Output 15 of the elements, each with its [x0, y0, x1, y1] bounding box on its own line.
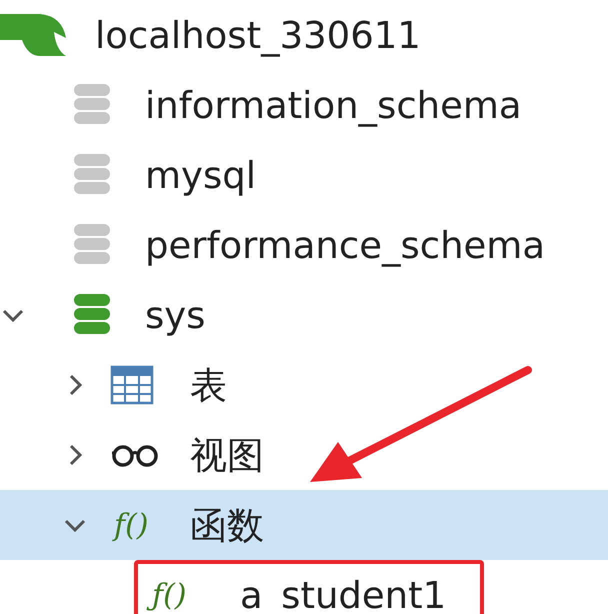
function-icon: f(): [110, 506, 155, 544]
database-icon: [72, 224, 112, 266]
database-icon: [72, 84, 112, 126]
glasses-icon: [110, 443, 160, 467]
folder-label[interactable]: 表: [190, 366, 227, 404]
database-icon: [72, 294, 112, 336]
table-icon: [110, 365, 154, 405]
function-name[interactable]: a_student1: [240, 576, 446, 614]
function-icon: ƒ(): [148, 576, 193, 614]
database-icon: [72, 154, 112, 196]
selected-row[interactable]: f() 函数: [0, 490, 608, 560]
database-name[interactable]: sys: [145, 296, 206, 334]
database-name[interactable]: mysql: [145, 156, 256, 194]
folder-label[interactable]: 视图: [190, 436, 264, 474]
folder-label: 函数: [190, 506, 264, 544]
